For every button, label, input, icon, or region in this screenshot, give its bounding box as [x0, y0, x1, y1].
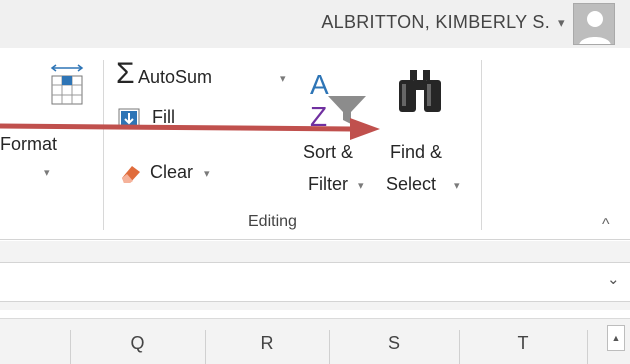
annotation-arrow-icon [0, 118, 380, 140]
